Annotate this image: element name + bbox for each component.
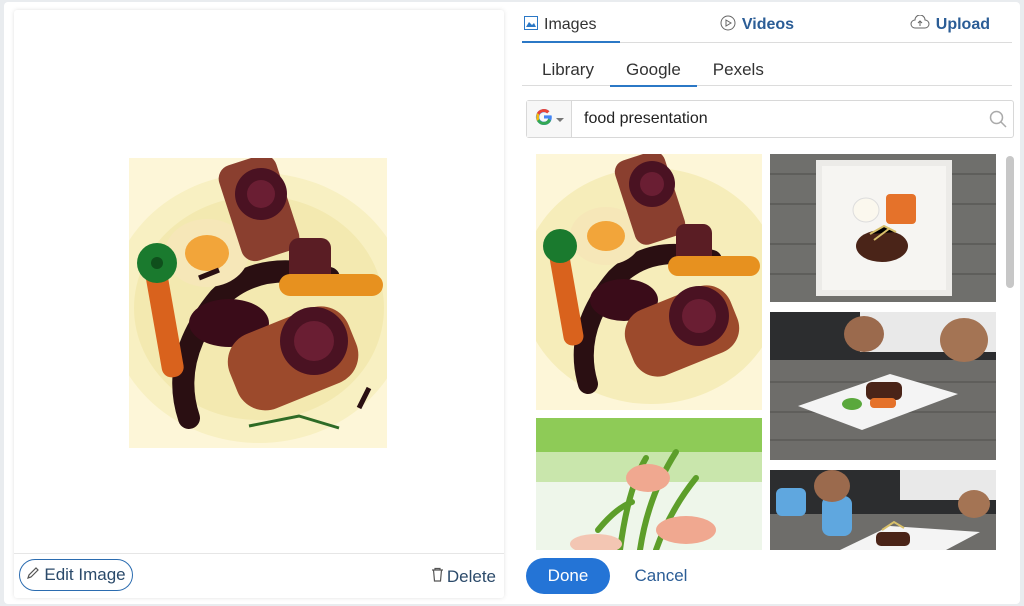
tab-images[interactable]: Images (522, 8, 679, 43)
tab-pexels[interactable]: Pexels (697, 54, 780, 86)
media-browser: Images Videos Upload Library Google Pexe… (522, 2, 1016, 602)
preview-actions-bar: Edit Image Delete (14, 553, 504, 598)
tab-videos[interactable]: Videos (679, 8, 834, 42)
media-type-tabs: Images Videos Upload (522, 8, 1012, 43)
search-icon[interactable] (983, 110, 1013, 128)
selected-image-preview (129, 158, 387, 448)
delete-button[interactable]: Delete (431, 567, 496, 587)
search-input[interactable] (572, 100, 983, 138)
plated-dish-image (129, 158, 387, 448)
done-button[interactable]: Done (526, 558, 610, 594)
results-scrollbar[interactable] (1006, 156, 1014, 288)
search-provider-dropdown[interactable] (527, 101, 572, 137)
result-thumbnail[interactable] (770, 154, 996, 302)
result-thumbnail[interactable] (536, 418, 762, 550)
delete-label: Delete (446, 567, 496, 586)
trash-icon (431, 567, 444, 587)
search-results-grid (536, 154, 1002, 550)
pencil-icon (26, 565, 40, 585)
image-icon (524, 15, 538, 35)
edit-image-button[interactable]: Edit Image (19, 559, 133, 591)
cancel-button[interactable]: Cancel (626, 558, 696, 594)
tab-upload[interactable]: Upload (835, 8, 1012, 42)
result-thumbnail[interactable] (770, 312, 996, 460)
image-source-tabs: Library Google Pexels (522, 54, 1012, 87)
caret-down-icon (556, 110, 564, 128)
tab-upload-label: Upload (935, 16, 990, 33)
tab-videos-label: Videos (741, 16, 795, 33)
tab-images-label: Images (544, 16, 597, 33)
edit-image-label: Edit Image (44, 565, 126, 584)
result-thumbnail[interactable] (536, 154, 762, 410)
tab-google[interactable]: Google (609, 54, 697, 87)
google-icon (534, 107, 554, 132)
selected-image-panel: Edit Image Delete (14, 10, 504, 598)
result-thumbnail[interactable] (770, 470, 996, 550)
cloud-upload-icon (910, 14, 930, 35)
play-circle-icon (720, 15, 736, 36)
tab-library[interactable]: Library (526, 54, 610, 86)
image-search-bar (526, 100, 1014, 138)
media-picker-dialog: Edit Image Delete Images Videos Upload L… (4, 2, 1020, 604)
